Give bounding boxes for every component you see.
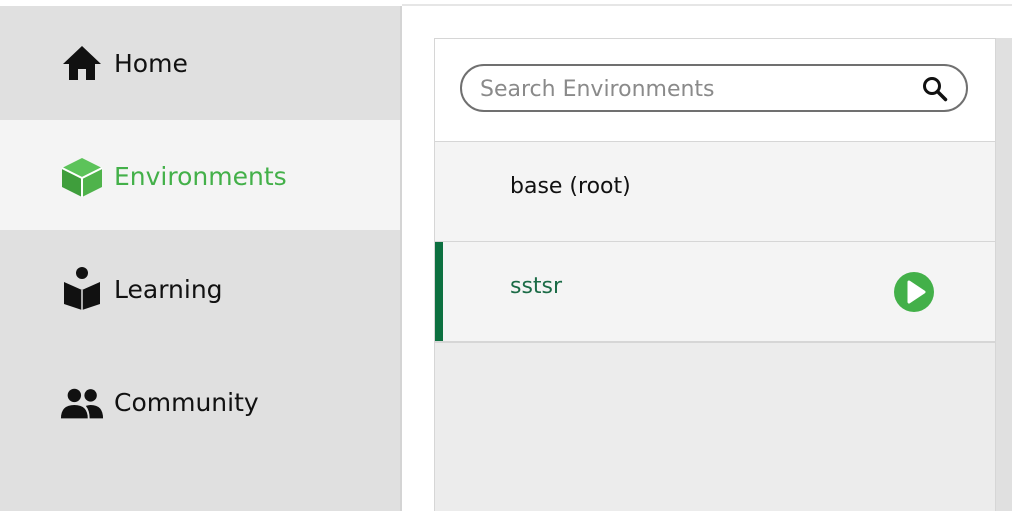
sidebar: Home Environments Learning Community (0, 6, 402, 511)
cube-icon (60, 155, 104, 199)
sidebar-item-label: Community (114, 388, 259, 417)
environment-name: sstsr (510, 274, 563, 299)
search-input[interactable] (478, 72, 902, 106)
sidebar-item-label: Learning (114, 275, 223, 304)
sidebar-item-environments[interactable]: Environments (0, 120, 400, 230)
book-reader-icon (60, 266, 104, 310)
top-divider (402, 4, 1012, 6)
environment-row-sstsr[interactable]: sstsr (435, 242, 995, 343)
sidebar-item-label: Environments (114, 162, 287, 191)
sidebar-item-label: Home (114, 49, 188, 78)
search-icon[interactable] (922, 76, 948, 102)
sidebar-divider (400, 6, 402, 511)
search-box (460, 64, 968, 112)
environment-row-base[interactable]: base (root) (435, 142, 995, 243)
sidebar-item-community[interactable]: Community (0, 346, 400, 456)
sidebar-item-learning[interactable]: Learning (0, 233, 400, 343)
selection-indicator (435, 242, 443, 341)
environment-name: base (root) (510, 174, 631, 199)
search-area (435, 39, 995, 142)
scrollbar-track[interactable] (996, 38, 1012, 511)
environments-panel: base (root) sstsr (434, 38, 996, 511)
people-icon (60, 382, 104, 426)
sidebar-item-home[interactable]: Home (0, 7, 400, 117)
play-icon[interactable] (893, 271, 935, 313)
home-icon (60, 41, 104, 85)
